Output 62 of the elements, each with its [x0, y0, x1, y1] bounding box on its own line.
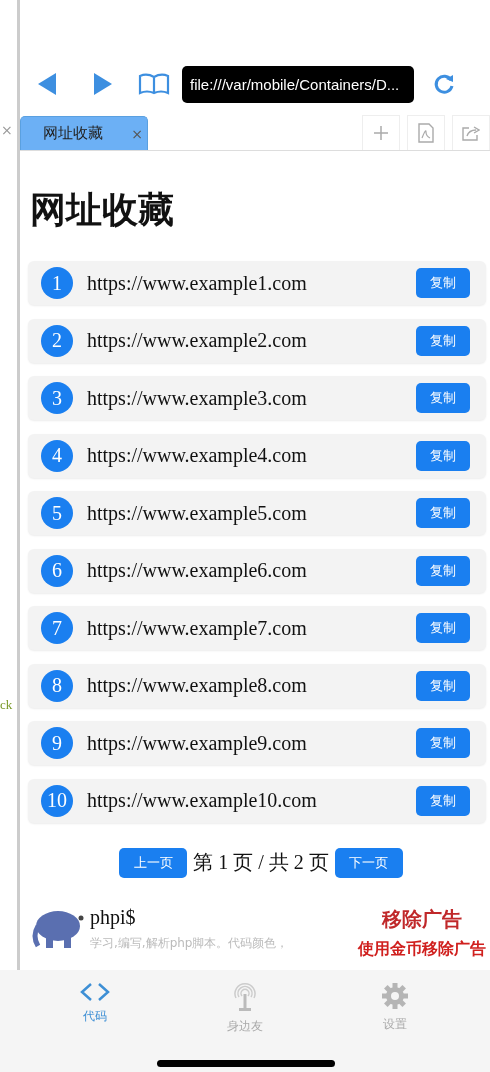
add-button[interactable]	[362, 115, 400, 150]
copy-button[interactable]: 复制	[416, 555, 470, 586]
share-button[interactable]	[452, 115, 490, 150]
tab-label: 身边友	[227, 1018, 263, 1035]
url-text: https://www.example4.com	[87, 444, 308, 467]
bottom-tab[interactable]: 代码	[55, 970, 135, 1072]
copy-button[interactable]: 复制	[416, 728, 470, 758]
app-name: phpi$	[90, 905, 136, 929]
copy-button[interactable]: 复制	[416, 440, 470, 471]
copy-button[interactable]: 复制	[416, 613, 470, 643]
number-badge: 10	[41, 784, 73, 817]
page-title: 网址收藏	[30, 188, 175, 232]
number-badge: 9	[41, 727, 73, 759]
copy-button[interactable]: 复制	[416, 268, 470, 298]
previous-page-button[interactable]: 上一页	[119, 847, 188, 878]
remove-ad-link[interactable]: 移除广告	[382, 905, 462, 933]
close-icon[interactable]: ×	[131, 125, 143, 142]
pdf-button[interactable]	[407, 115, 445, 150]
url-text: https://www.example9.com	[87, 731, 308, 755]
next-page-button[interactable]: 下一页	[334, 847, 403, 878]
copy-button[interactable]: 复制	[416, 498, 470, 528]
forward-icon[interactable]	[92, 72, 114, 96]
plus-icon	[374, 126, 388, 140]
back-icon[interactable]	[36, 72, 58, 96]
tab-label: 设置	[383, 1016, 407, 1033]
number-badge: 5	[41, 497, 73, 529]
tab[interactable]: 网址收藏 ×	[20, 116, 148, 150]
side-text: ck	[0, 697, 14, 713]
copy-button[interactable]: 复制	[416, 383, 470, 413]
copy-button[interactable]: 复制	[416, 670, 470, 701]
copy-button[interactable]: 复制	[416, 325, 470, 356]
page-status: 第 1 页 / 共 2 页	[193, 850, 329, 875]
number-badge: 1	[41, 267, 73, 299]
gear-icon	[381, 982, 409, 1010]
number-badge: 7	[41, 612, 73, 644]
tab-label: 代码	[83, 1008, 107, 1025]
number-badge: 2	[41, 324, 73, 357]
bottom-tab[interactable]: 身边友	[205, 970, 285, 1072]
close-icon[interactable]: ×	[0, 118, 17, 142]
number-badge: 3	[41, 382, 73, 414]
copy-button[interactable]: 复制	[416, 785, 470, 816]
tab-label: 网址收藏	[43, 124, 104, 143]
number-badge: 8	[41, 669, 73, 702]
url-text: https://www.example1.com	[87, 271, 308, 295]
remove-ad-coins-link[interactable]: 使用金币移除广告	[358, 938, 486, 960]
url-text: https://www.example2.com	[87, 329, 308, 352]
number-badge: 4	[41, 439, 73, 472]
share-icon	[462, 125, 480, 141]
url-text: https://www.example6.com	[87, 559, 308, 582]
document-icon	[418, 123, 434, 143]
app-description: 学习,编写,解析php脚本。代码颜色，	[90, 934, 289, 951]
url-text: https://www.example7.com	[87, 616, 308, 640]
url-text: https://www.example3.com	[87, 386, 308, 410]
reload-icon[interactable]	[432, 72, 456, 96]
code-icon	[79, 982, 111, 1002]
url-text: https://www.example10.com	[87, 789, 318, 812]
url-text: https://www.example5.com	[87, 501, 308, 525]
book-icon[interactable]	[138, 73, 170, 95]
bottom-tab[interactable]: 设置	[355, 970, 435, 1072]
url-text: https://www.example8.com	[87, 674, 308, 697]
address-field[interactable]: file:///var/mobile/Containers/D...	[182, 65, 414, 103]
number-badge: 6	[41, 554, 73, 587]
